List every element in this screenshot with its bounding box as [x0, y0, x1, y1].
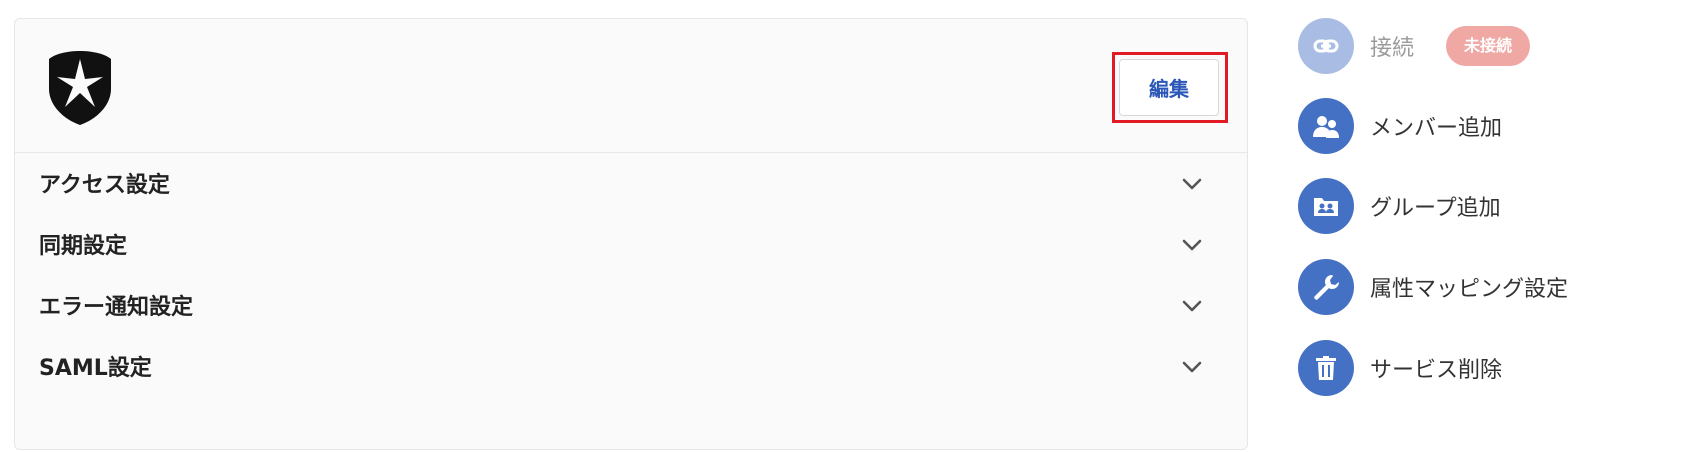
- chevron-down-icon: [1182, 178, 1202, 190]
- action-label: 属性マッピング設定: [1370, 277, 1569, 302]
- chevron-down-icon: [1182, 300, 1202, 312]
- section-error-notification-settings[interactable]: エラー通知設定: [15, 275, 1247, 337]
- status-badge: 未接続: [1446, 26, 1531, 66]
- shield-logo-icon: [49, 51, 111, 125]
- wrench-icon: [1314, 275, 1339, 300]
- users-icon: [1313, 116, 1339, 138]
- attribute-mapping-icon-circle: [1298, 259, 1354, 315]
- section-label: エラー通知設定: [39, 295, 194, 320]
- section-label: 同期設定: [39, 234, 128, 259]
- action-delete-service[interactable]: サービス削除: [1298, 340, 1678, 396]
- edit-button[interactable]: 編集: [1119, 59, 1219, 116]
- service-card: 編集 アクセス設定 同期設定 エラー通知設定 SAML設定: [14, 18, 1248, 450]
- action-label: サービス削除: [1370, 358, 1503, 383]
- delete-service-icon-circle: [1298, 340, 1354, 396]
- connect-icon-circle: [1298, 18, 1354, 74]
- chevron-down-icon: [1182, 361, 1202, 373]
- action-label: メンバー追加: [1370, 116, 1503, 141]
- group-folder-icon: [1314, 198, 1338, 216]
- action-add-member[interactable]: メンバー追加: [1298, 98, 1678, 154]
- section-saml-settings[interactable]: SAML設定: [15, 336, 1247, 398]
- action-add-group[interactable]: グループ追加: [1298, 178, 1678, 234]
- add-member-icon-circle: [1298, 98, 1354, 154]
- chevron-down-icon: [1182, 239, 1202, 251]
- section-label: アクセス設定: [39, 173, 170, 198]
- trash-icon: [1316, 356, 1336, 380]
- action-label: グループ追加: [1370, 196, 1501, 221]
- action-attribute-mapping[interactable]: 属性マッピング設定: [1298, 259, 1678, 315]
- section-access-settings[interactable]: アクセス設定: [15, 153, 1247, 215]
- action-label: 接続: [1370, 36, 1415, 61]
- action-connect[interactable]: 接続 未接続: [1298, 18, 1678, 74]
- card-header: 編集: [15, 19, 1247, 153]
- section-sync-settings[interactable]: 同期設定: [15, 214, 1247, 276]
- add-group-icon-circle: [1298, 178, 1354, 234]
- link-icon: [1313, 39, 1339, 53]
- section-label: SAML設定: [39, 356, 152, 381]
